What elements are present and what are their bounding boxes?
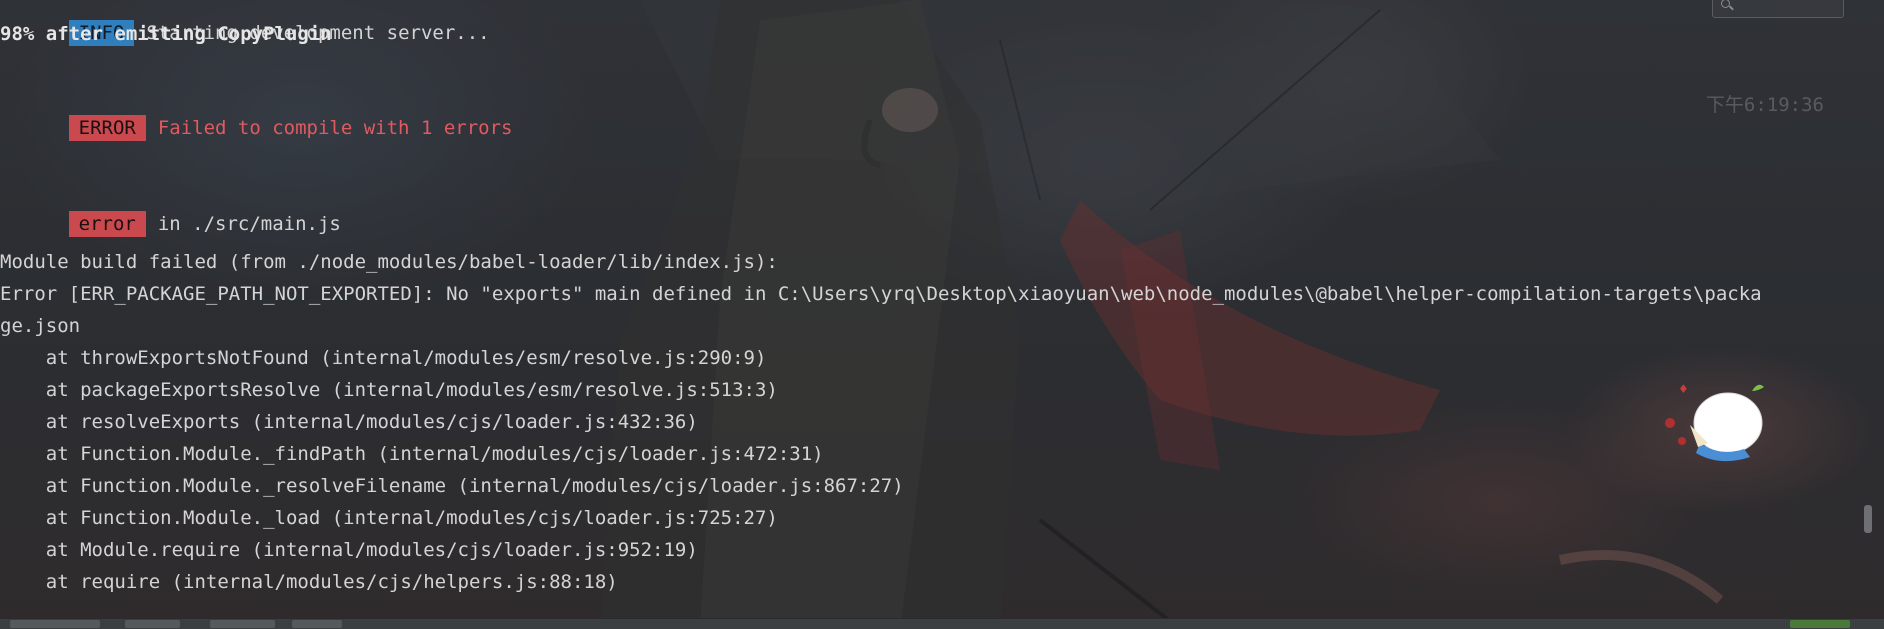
stack-trace-line: at Function.Module._resolveFilename (int… — [0, 475, 904, 497]
stack-trace-line: at Function.Module._load (internal/modul… — [0, 507, 778, 529]
stack-trace-line: at Module.require (internal/modules/cjs/… — [0, 539, 698, 561]
console-output[interactable]: INFO Starting development server... 98% a… — [0, 0, 1860, 612]
status-bar-item[interactable] — [10, 620, 100, 628]
console-timestamp: 下午6:19:36 — [1705, 94, 1824, 116]
console-line-error-location: error in ./src/main.js — [0, 185, 341, 237]
stack-trace-line: at throwExportsNotFound (internal/module… — [0, 347, 767, 369]
stack-trace-line: at Function.Module._findPath (internal/m… — [0, 443, 824, 465]
stack-trace-line: at resolveExports (internal/modules/cjs/… — [0, 411, 698, 433]
error-badge: ERROR — [68, 115, 146, 141]
error-summary-message: Failed to compile with 1 errors — [157, 117, 513, 139]
console-line: Error [ERR_PACKAGE_PATH_NOT_EXPORTED]: N… — [0, 283, 1762, 305]
console-line-error-summary: ERROR Failed to compile with 1 errors — [0, 89, 512, 141]
mascot-sticker-icon: ♦ — [1665, 382, 1764, 462]
stack-trace-line: at require (internal/modules/cjs/helpers… — [0, 571, 618, 593]
stack-trace-line: at packageExportsResolve (internal/modul… — [0, 379, 778, 401]
status-bar-item[interactable] — [210, 620, 275, 628]
console-line: ge.json — [0, 315, 81, 337]
console-line-progress: 98% after emitting CopyPlugin — [0, 23, 332, 45]
status-bar-item[interactable] — [125, 620, 180, 628]
status-bar-item[interactable] — [292, 620, 342, 628]
error-location-message: in ./src/main.js — [157, 213, 341, 235]
ide-terminal-window: INFO Starting development server... 98% a… — [0, 0, 1884, 629]
console-line: Module build failed (from ./node_modules… — [0, 251, 778, 273]
console-line-info: INFO Starting development server... — [0, 0, 490, 46]
console-scrollbar[interactable] — [1864, 505, 1872, 533]
svg-text:♦: ♦ — [1678, 382, 1689, 396]
status-bar — [0, 618, 1884, 629]
status-bar-item[interactable] — [1790, 620, 1850, 628]
error-location-badge: error — [68, 211, 146, 237]
